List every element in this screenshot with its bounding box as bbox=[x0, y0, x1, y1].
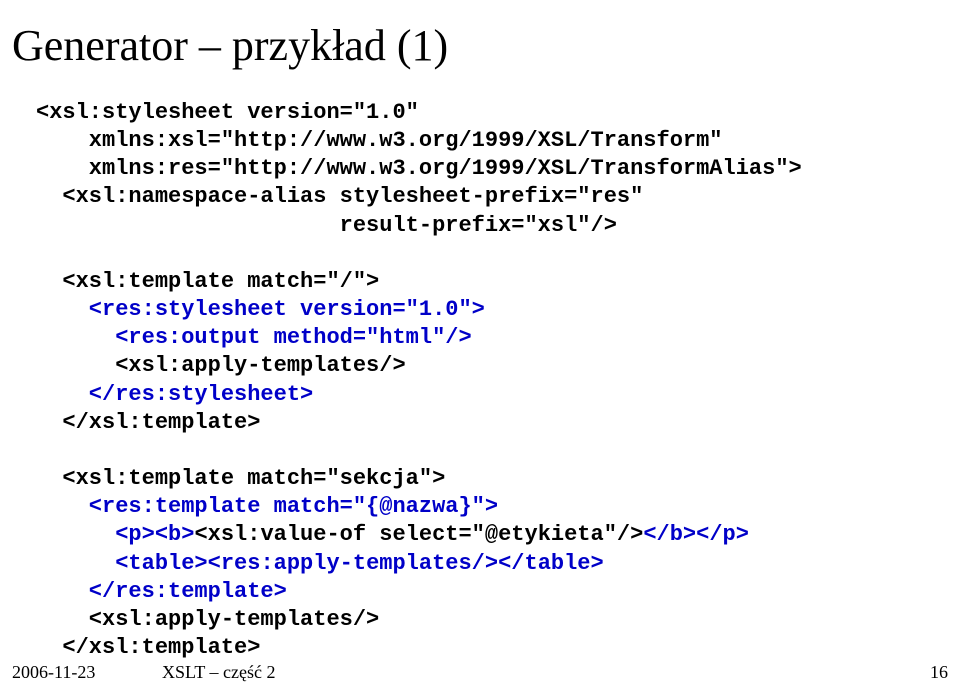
slide-title: Generator – przykład (1) bbox=[12, 20, 924, 71]
code-line: </xsl:template> bbox=[36, 635, 260, 660]
code-line: </xsl:template> bbox=[36, 410, 260, 435]
code-line: result-prefix="xsl"/> bbox=[36, 213, 617, 238]
code-line-part: <res:apply-templates/> bbox=[208, 551, 498, 576]
code-line-part: </table> bbox=[498, 551, 604, 576]
footer-date: 2006-11-23 bbox=[12, 662, 162, 683]
slide-footer: 2006-11-23 XSLT – część 2 16 bbox=[12, 662, 948, 683]
code-line: xmlns:res="http://www.w3.org/1999/XSL/Tr… bbox=[36, 156, 802, 181]
code-line: xmlns:xsl="http://www.w3.org/1999/XSL/Tr… bbox=[36, 128, 723, 153]
code-line: <xsl:stylesheet version="1.0" bbox=[36, 100, 419, 125]
code-line: <res:template match="{@nazwa}"> bbox=[36, 494, 498, 519]
code-line-part: <p><b> bbox=[36, 522, 194, 547]
code-line: </res:stylesheet> bbox=[36, 382, 313, 407]
code-line: <xsl:apply-templates/> bbox=[36, 607, 379, 632]
code-line: <xsl:namespace-alias stylesheet-prefix="… bbox=[36, 184, 643, 209]
code-line: <xsl:template match="sekcja"> bbox=[36, 466, 445, 491]
code-line-part: <table> bbox=[36, 551, 208, 576]
code-line-part: </b></p> bbox=[643, 522, 749, 547]
code-line: <res:stylesheet version="1.0"> bbox=[36, 297, 485, 322]
footer-page-number: 16 bbox=[908, 662, 948, 683]
code-block: <xsl:stylesheet version="1.0" xmlns:xsl=… bbox=[36, 99, 924, 662]
code-line-part: <xsl:value-of select="@etykieta"/> bbox=[194, 522, 643, 547]
code-line: <res:output method="html"/> bbox=[36, 325, 472, 350]
code-line: <xsl:template match="/"> bbox=[36, 269, 379, 294]
code-line: <xsl:apply-templates/> bbox=[36, 353, 406, 378]
footer-title: XSLT – część 2 bbox=[162, 662, 908, 683]
code-line: </res:template> bbox=[36, 579, 287, 604]
